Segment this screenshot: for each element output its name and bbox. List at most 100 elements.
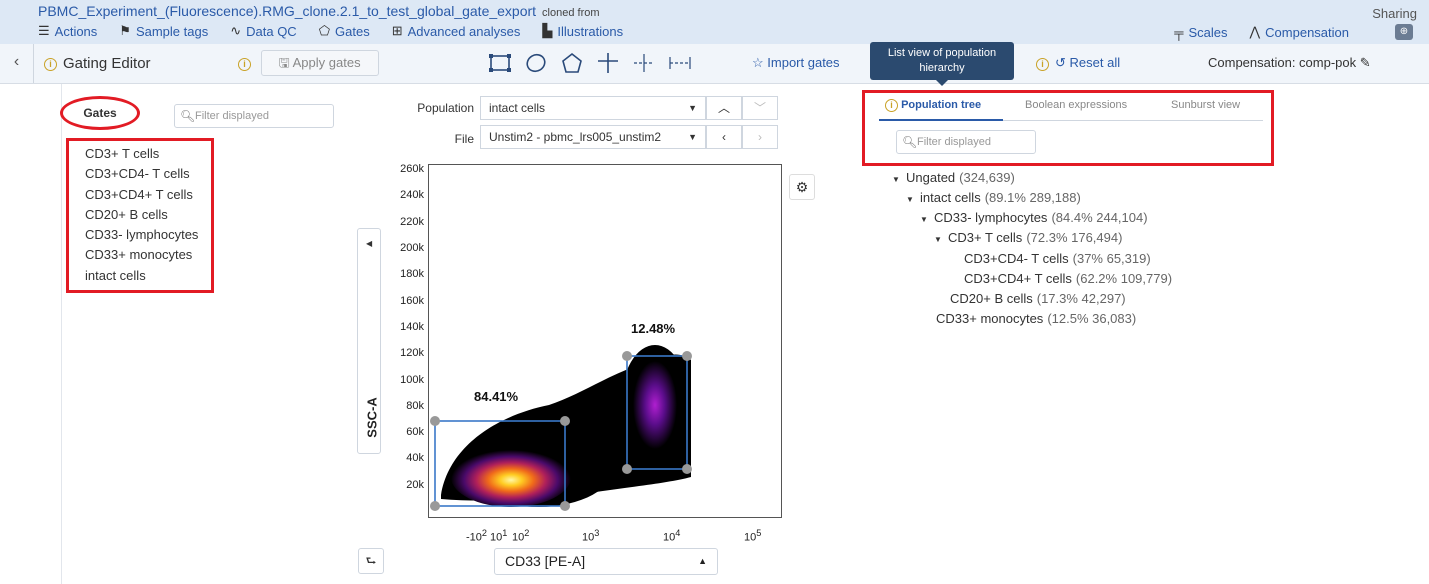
y-tick-label: 260k <box>400 163 424 175</box>
sharing-icon[interactable]: ⊕ <box>1395 24 1413 40</box>
gating-editor-title: i Gating Editor <box>44 55 151 72</box>
info-icon[interactable]: i <box>238 58 251 71</box>
x-tick-label: 101 <box>490 528 507 544</box>
menu-gates[interactable]: ⬠ Gates <box>319 23 370 39</box>
chevron-right-icon: › <box>758 130 762 144</box>
gate-item[interactable]: CD33+ monocytes <box>85 245 211 265</box>
menu-actions[interactable]: ☰ Actions <box>38 23 97 39</box>
tree-node-count: (37% 65,319) <box>1072 251 1151 266</box>
tree-node-cd20-b-cells[interactable]: CD20+ B cells (17.3% 42,297) <box>950 289 1126 309</box>
gear-icon[interactable]: ⚙ <box>789 174 815 200</box>
caret-up-icon: ▲ <box>698 556 707 566</box>
population-select[interactable]: intact cells ▼ <box>480 96 706 120</box>
reset-all-button[interactable]: ↺ Reset all <box>1055 55 1120 70</box>
compensation-selector[interactable]: Compensation: comp-pok ✎ <box>1208 55 1371 71</box>
population-parent-button[interactable]: ︿ <box>706 96 742 120</box>
gates-filter-input[interactable]: 🔍︎ Filter displayed <box>174 104 334 128</box>
info-icon[interactable]: i <box>885 99 898 112</box>
x-axis-selector[interactable]: CD33 [PE-A] ▲ <box>494 548 718 575</box>
hierarchy-icon: ⊞ <box>391 23 403 38</box>
gate-handle[interactable] <box>430 416 440 426</box>
tree-node-ungated[interactable]: ▼ Ungated (324,639) <box>892 168 1015 188</box>
left-sidebar-strip <box>0 84 62 584</box>
gate-item[interactable]: CD3+CD4+ T cells <box>85 185 211 205</box>
caret-down-icon[interactable]: ▼ <box>906 190 920 210</box>
save-icon: 🖫 <box>278 55 290 70</box>
tree-node-label: CD3+CD4- T cells <box>964 251 1069 266</box>
menu-sample-tags-label: Sample tags <box>135 23 209 39</box>
info-icon[interactable]: i <box>1036 58 1049 71</box>
menu-illustrations[interactable]: ▙ Illustrations <box>542 23 623 39</box>
menu-compensation[interactable]: ⋀ Compensation <box>1250 24 1350 40</box>
cloned-from-text: cloned from <box>542 7 600 19</box>
collapse-sidebar-button[interactable]: ‹ <box>0 44 34 83</box>
info-icon[interactable]: i <box>44 58 57 71</box>
caret-down-icon[interactable]: ▼ <box>920 210 934 230</box>
tree-node-label: CD33- lymphocytes <box>934 210 1048 225</box>
tree-node-intact-cells[interactable]: ▼ intact cells (89.1% 289,188) <box>906 188 1081 208</box>
x-tick-exponent: 3 <box>594 528 600 538</box>
gate-percentage-label: 84.41% <box>474 389 519 404</box>
file-select[interactable]: Unstim2 - pbmc_lrs005_unstim2 ▼ <box>480 125 706 149</box>
tab-boolean-expressions[interactable]: Boolean expressions <box>1025 99 1127 111</box>
apply-gates-button[interactable]: 🖫 Apply gates <box>260 50 379 76</box>
gate-handle[interactable] <box>430 501 440 511</box>
polygon-gate-icon[interactable] <box>560 51 584 75</box>
population-child-button[interactable]: ﹀ <box>742 96 778 120</box>
y-axis-label: SSC-A <box>364 397 380 438</box>
ellipse-gate-icon[interactable] <box>524 51 548 75</box>
next-file-button[interactable]: › <box>742 125 778 149</box>
gate-item[interactable]: CD3+ T cells <box>85 144 211 164</box>
gate-handle[interactable] <box>560 501 570 511</box>
caret-down-icon[interactable]: ▼ <box>934 230 948 250</box>
x-tick-exponent: 5 <box>756 528 762 538</box>
tree-filter-input[interactable]: 🔍︎ Filter displayed <box>896 130 1036 154</box>
swap-axes-button[interactable]: ⮑ <box>358 548 384 574</box>
import-gates-button[interactable]: ☆ Import gates <box>752 55 840 71</box>
compensation-label-text: Compensation: comp-pok <box>1208 55 1357 70</box>
gate-item[interactable]: CD33- lymphocytes <box>85 225 211 245</box>
previous-file-button[interactable]: ‹ <box>706 125 742 149</box>
y-tick-label: 240k <box>400 189 424 201</box>
menu-scales[interactable]: ╤ Scales <box>1174 24 1227 40</box>
x-tick-base: 10 <box>582 531 595 544</box>
star-icon: ☆ <box>752 55 764 70</box>
gate-item[interactable]: CD20+ B cells <box>85 205 211 225</box>
gate-handle[interactable] <box>622 464 632 474</box>
experiment-title-text[interactable]: PBMC_Experiment_(Fluorescence).RMG_clone… <box>38 3 536 19</box>
tree-node-cd33-lymphocytes[interactable]: ▼ CD33- lymphocytes (84.4% 244,104) <box>920 208 1148 228</box>
pencil-icon[interactable]: ✎ <box>1360 55 1371 70</box>
event-cloud <box>441 345 691 507</box>
bar-chart-icon: ▙ <box>542 23 553 38</box>
quadrant-gate-icon[interactable] <box>596 51 620 75</box>
chevron-down-icon: ﹀ <box>753 101 766 115</box>
tab-population-tree[interactable]: i Population tree <box>885 99 981 112</box>
main-menu: ☰ Actions ⚑ Sample tags ∿ Data QC ⬠ Gates ⊞ A… <box>38 23 645 39</box>
gate-handle[interactable] <box>560 416 570 426</box>
dot-plot[interactable]: 84.41% 12.48% <box>428 164 782 518</box>
caret-down-icon[interactable]: ▼ <box>892 170 906 190</box>
gate-handle[interactable] <box>622 351 632 361</box>
tree-node-cd3-t-cells[interactable]: ▼ CD3+ T cells (72.3% 176,494) <box>934 228 1122 248</box>
split-gate-icon[interactable] <box>632 51 656 75</box>
tree-node-cd3-cd4-neg[interactable]: CD3+CD4- T cells (37% 65,319) <box>964 249 1151 269</box>
gate-item[interactable]: CD3+CD4- T cells <box>85 164 211 184</box>
menu-advanced-analyses[interactable]: ⊞ Advanced analyses <box>392 23 521 39</box>
gate-item[interactable]: intact cells <box>85 266 211 286</box>
tree-node-count: (62.2% 109,779) <box>1075 271 1173 286</box>
tree-node-cd3-cd4-pos[interactable]: CD3+CD4+ T cells (62.2% 109,779) <box>964 269 1172 289</box>
y-tick-label: 220k <box>400 216 424 228</box>
rectangle-gate-icon[interactable] <box>488 51 512 75</box>
tab-sunburst-view[interactable]: Sunburst view <box>1171 99 1240 111</box>
experiment-title[interactable]: PBMC_Experiment_(Fluorescence).RMG_clone… <box>38 3 600 19</box>
tree-node-cd33-monocytes[interactable]: CD33+ monocytes (12.5% 36,083) <box>936 309 1136 329</box>
menu-sample-tags[interactable]: ⚑ Sample tags <box>119 23 208 39</box>
gate-handle[interactable] <box>682 464 692 474</box>
scales-icon: ╤ <box>1174 24 1184 40</box>
gate-handle[interactable] <box>682 351 692 361</box>
range-gate-icon[interactable] <box>668 51 692 75</box>
menu-data-qc[interactable]: ∿ Data QC <box>230 23 296 39</box>
gates-list: CD3+ T cells CD3+CD4- T cells CD3+CD4+ T… <box>66 138 214 293</box>
dot-plot-svg[interactable]: 84.41% 12.48% <box>429 165 782 518</box>
gating-toolbar: ‹ i Gating Editor i 🖫 Apply gates ☆ Impor… <box>0 44 1429 84</box>
